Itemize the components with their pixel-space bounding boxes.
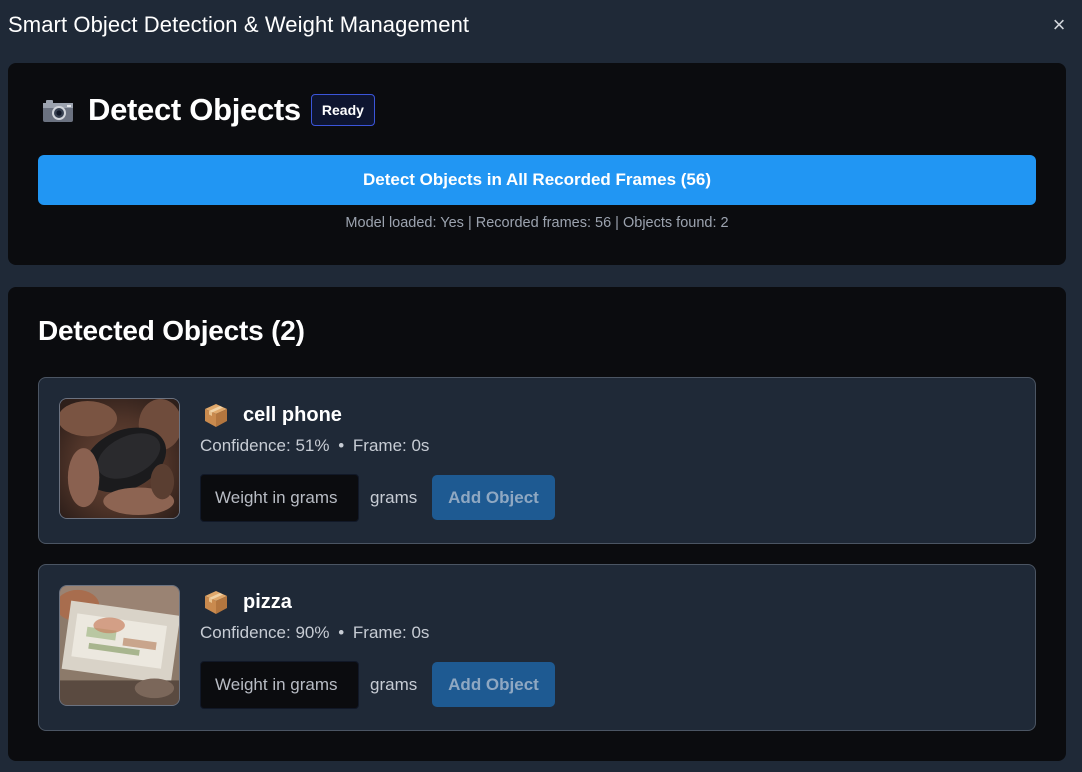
frame-text: Frame: 0s <box>352 436 430 455</box>
object-item: cell phone Confidence: 51% • Frame: 0s g… <box>38 377 1036 544</box>
detected-objects-card: Detected Objects (2) cell phone Confiden… <box>8 287 1066 761</box>
object-name-row: pizza <box>203 589 292 615</box>
status-badge: Ready <box>310 94 375 126</box>
object-meta: Confidence: 90% • Frame: 0s <box>200 623 429 643</box>
detection-status-line: Model loaded: Yes | Recorded frames: 56 … <box>345 215 729 231</box>
modal-header: Smart Object Detection & Weight Manageme… <box>0 0 1082 52</box>
detect-objects-card: Detect Objects Ready Detect Objects in A… <box>8 63 1066 265</box>
close-button[interactable]: × <box>1050 14 1068 36</box>
weight-input[interactable] <box>200 474 359 522</box>
object-thumbnail <box>59 585 180 706</box>
add-object-button[interactable]: Add Object <box>432 662 555 707</box>
add-object-button[interactable]: Add Object <box>432 475 555 520</box>
object-name-row: cell phone <box>203 402 342 428</box>
detect-header: Detect Objects Ready <box>42 92 375 127</box>
object-name: pizza <box>243 590 292 613</box>
unit-label: grams <box>370 488 418 507</box>
modal-title: Smart Object Detection & Weight Manageme… <box>8 12 470 37</box>
unit-label: grams <box>370 675 418 694</box>
detect-title: Detect Objects <box>88 92 301 127</box>
object-thumbnail <box>59 398 180 519</box>
confidence-text: Confidence: 90% <box>200 623 330 642</box>
weight-input[interactable] <box>200 661 359 709</box>
modal: Smart Object Detection & Weight Manageme… <box>0 0 1082 772</box>
object-meta: Confidence: 51% • Frame: 0s <box>200 436 429 456</box>
meta-separator: • <box>338 436 345 455</box>
object-item: pizza Confidence: 90% • Frame: 0s grams … <box>38 564 1036 731</box>
meta-separator: • <box>338 623 345 642</box>
camera-icon <box>43 100 73 122</box>
package-icon <box>205 591 227 614</box>
package-icon <box>205 404 227 427</box>
frame-text: Frame: 0s <box>352 623 430 642</box>
object-name: cell phone <box>243 403 342 426</box>
detected-objects-title: Detected Objects (2) <box>38 315 305 346</box>
detect-all-frames-button[interactable]: Detect Objects in All Recorded Frames (5… <box>38 155 1036 205</box>
confidence-text: Confidence: 51% <box>200 436 330 455</box>
